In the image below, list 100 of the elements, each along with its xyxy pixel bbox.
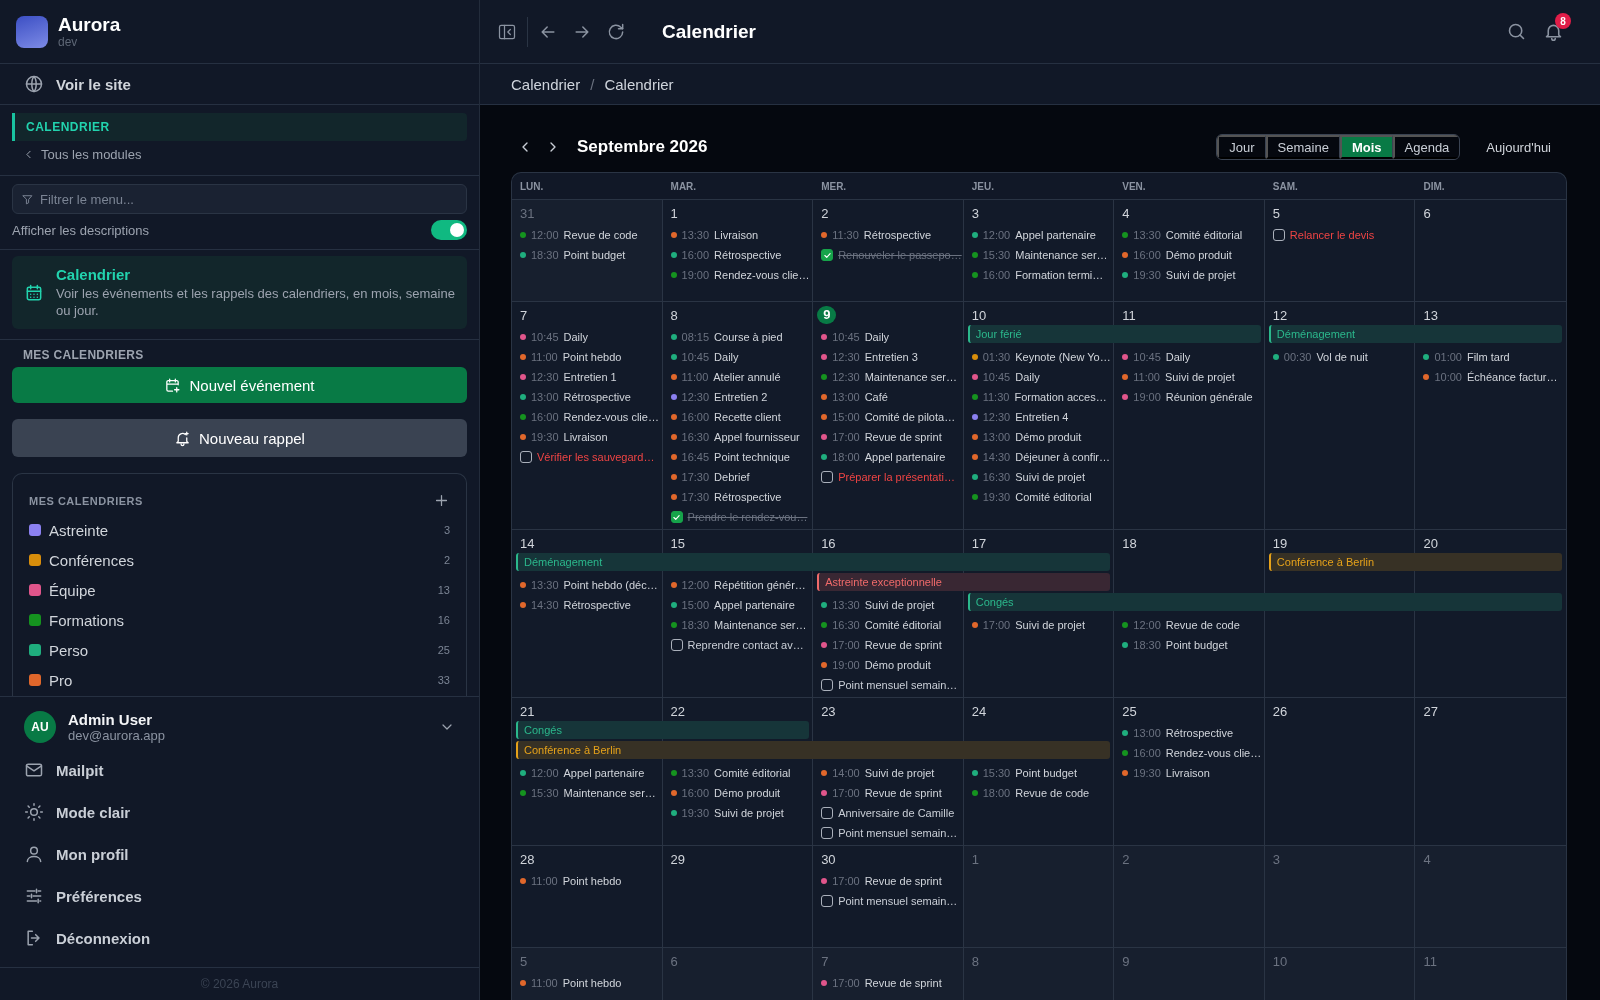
event-title[interactable]: Keynote (New Yo… [1015,351,1111,363]
event-title[interactable]: Rendez-vous clie… [1165,747,1262,759]
back-link[interactable]: Tous les modules [22,147,142,162]
event-title[interactable]: Rendez-vous clie… [563,411,659,423]
event-title[interactable]: Comité éditorial [714,767,791,779]
event-title[interactable]: Entretien 3 [864,351,918,363]
task-checkbox[interactable] [1272,229,1285,241]
event-title[interactable]: Point hebdo [562,875,622,887]
event-title[interactable]: Film tard [1466,351,1510,363]
event-title[interactable]: Recette client [714,411,781,423]
calendar-name[interactable]: Perso [49,641,430,659]
view-tab[interactable]: Semaine [1265,135,1340,159]
event-title[interactable]: Suivi de projet [1015,619,1085,631]
task-checkbox[interactable] [821,471,834,483]
menu-link[interactable]: Mailpit [0,749,479,791]
event-title[interactable]: Revue de sprint [864,875,942,887]
event-title[interactable]: Daily [1165,351,1191,363]
task-title[interactable]: Renouveler le passepo… [838,249,962,261]
toggle-switch[interactable] [431,220,467,240]
event-title[interactable]: Daily [1015,371,1040,383]
breadcrumb-link[interactable]: Calendrier [604,75,674,93]
event-title[interactable]: Café [864,391,888,403]
event-title[interactable]: Démo produit [1165,249,1232,261]
event-title[interactable]: Point budget [563,249,626,261]
event-title[interactable]: Déjeuner à confir… [1015,451,1110,463]
event-title[interactable]: Livraison [563,431,608,443]
event-title[interactable]: Maintenance ser… [563,787,656,799]
event-title[interactable]: Livraison [1165,767,1210,779]
task-checkbox[interactable] [821,807,834,819]
task-title[interactable]: Relancer le devis [1289,229,1375,241]
event-title[interactable]: Livraison [714,229,759,241]
event-title[interactable]: Daily [714,351,739,363]
event-title[interactable]: Réunion générale [1165,391,1253,403]
event-title[interactable]: Échéance factur… [1466,371,1558,383]
task-title[interactable]: Reprendre contact av… [687,639,804,651]
event-title[interactable]: Suivi de projet [1015,471,1085,483]
event-title[interactable]: Rétrospective [863,229,932,241]
action-button[interactable]: Nouvel événement [12,367,467,403]
view-tab[interactable]: Agenda [1392,135,1460,159]
event-title[interactable]: Entretien 2 [714,391,768,403]
event-title[interactable]: Comité éditorial [864,619,942,631]
task-title[interactable]: Anniversaire de Camille [838,807,955,819]
event-title[interactable]: Comité de pilota… [864,411,956,423]
event-title[interactable]: Course à pied [714,331,783,343]
task-checkbox[interactable] [520,451,532,463]
event-title[interactable]: Maintenance ser… [864,371,957,383]
event-title[interactable]: Appel partenaire [714,599,795,611]
event-title[interactable]: Suivi de projet [864,599,935,611]
add-icon[interactable] [433,492,450,509]
event-title[interactable]: Rendez-vous clie… [714,269,810,281]
event-title[interactable]: Revue de code [563,229,638,241]
breadcrumb-link[interactable]: Calendrier [511,75,581,93]
menu-link[interactable]: Déconnexion [0,917,479,959]
task-checkbox[interactable] [821,895,834,907]
task-title[interactable]: Prendre le rendez-vou… [687,511,808,523]
event-title[interactable]: Daily [864,331,890,343]
event-title[interactable]: Entretien 1 [563,371,617,383]
event-title[interactable]: Point hebdo [562,351,622,363]
task-title[interactable]: Point mensuel semain… [838,679,958,691]
event-title[interactable]: Revue de sprint [864,787,942,799]
event-title[interactable]: Point hebdo [562,977,622,989]
view-tab[interactable]: Jour [1217,135,1266,159]
calendar-name[interactable]: Pro [49,671,430,689]
menu-link[interactable]: Mon profil [0,833,479,875]
event-title[interactable]: Appel fournisseur [714,431,800,443]
event-title[interactable]: Entretien 4 [1015,411,1069,423]
refresh-icon[interactable] [606,21,626,42]
task-checkbox[interactable] [670,639,683,651]
site-link[interactable]: Voir le site [0,64,479,104]
event-title[interactable]: Répétition génér… [714,579,806,591]
task-title[interactable]: Point mensuel semain… [838,827,958,839]
event-title[interactable]: Appel partenaire [864,451,946,463]
event-title[interactable]: Rétrospective [714,249,782,261]
event-title[interactable]: Rétrospective [563,599,631,611]
task-title[interactable]: Préparer la présentati… [838,471,955,483]
event-title[interactable]: Revue de sprint [864,431,942,443]
event-title[interactable]: Appel partenaire [563,767,645,779]
event-title[interactable]: Maintenance ser… [1015,249,1108,261]
calendar-name[interactable]: Équipe [49,581,430,599]
calendar-name[interactable]: Conférences [49,551,436,569]
view-tab[interactable]: Mois [1339,135,1393,159]
event-title[interactable]: Point hebdo (déc… [563,579,658,591]
event-title[interactable]: Point budget [1015,767,1077,779]
event-title[interactable]: Rétrospective [714,491,782,503]
today-button[interactable]: Aujourd'hui [1480,138,1557,156]
event-title[interactable]: Suivi de projet [714,807,784,819]
event-title[interactable]: Debrief [714,471,750,483]
event-title[interactable]: Formation acces… [1014,391,1107,403]
task-checkbox[interactable] [821,679,834,691]
event-title[interactable]: Point technique [714,451,790,463]
event-title[interactable]: Démo produit [1015,431,1082,443]
event-title[interactable]: Suivi de projet [1165,371,1235,383]
search-icon[interactable] [1506,21,1527,42]
event-title[interactable]: Démo produit [714,787,781,799]
event-title[interactable]: Revue de sprint [864,639,942,651]
event-title[interactable]: Rétrospective [1165,727,1234,739]
event-title[interactable]: Comité éditorial [1165,229,1243,241]
event-title[interactable]: Comité éditorial [1015,491,1092,503]
task-checkbox[interactable] [821,827,834,839]
event-title[interactable]: Daily [563,331,588,343]
